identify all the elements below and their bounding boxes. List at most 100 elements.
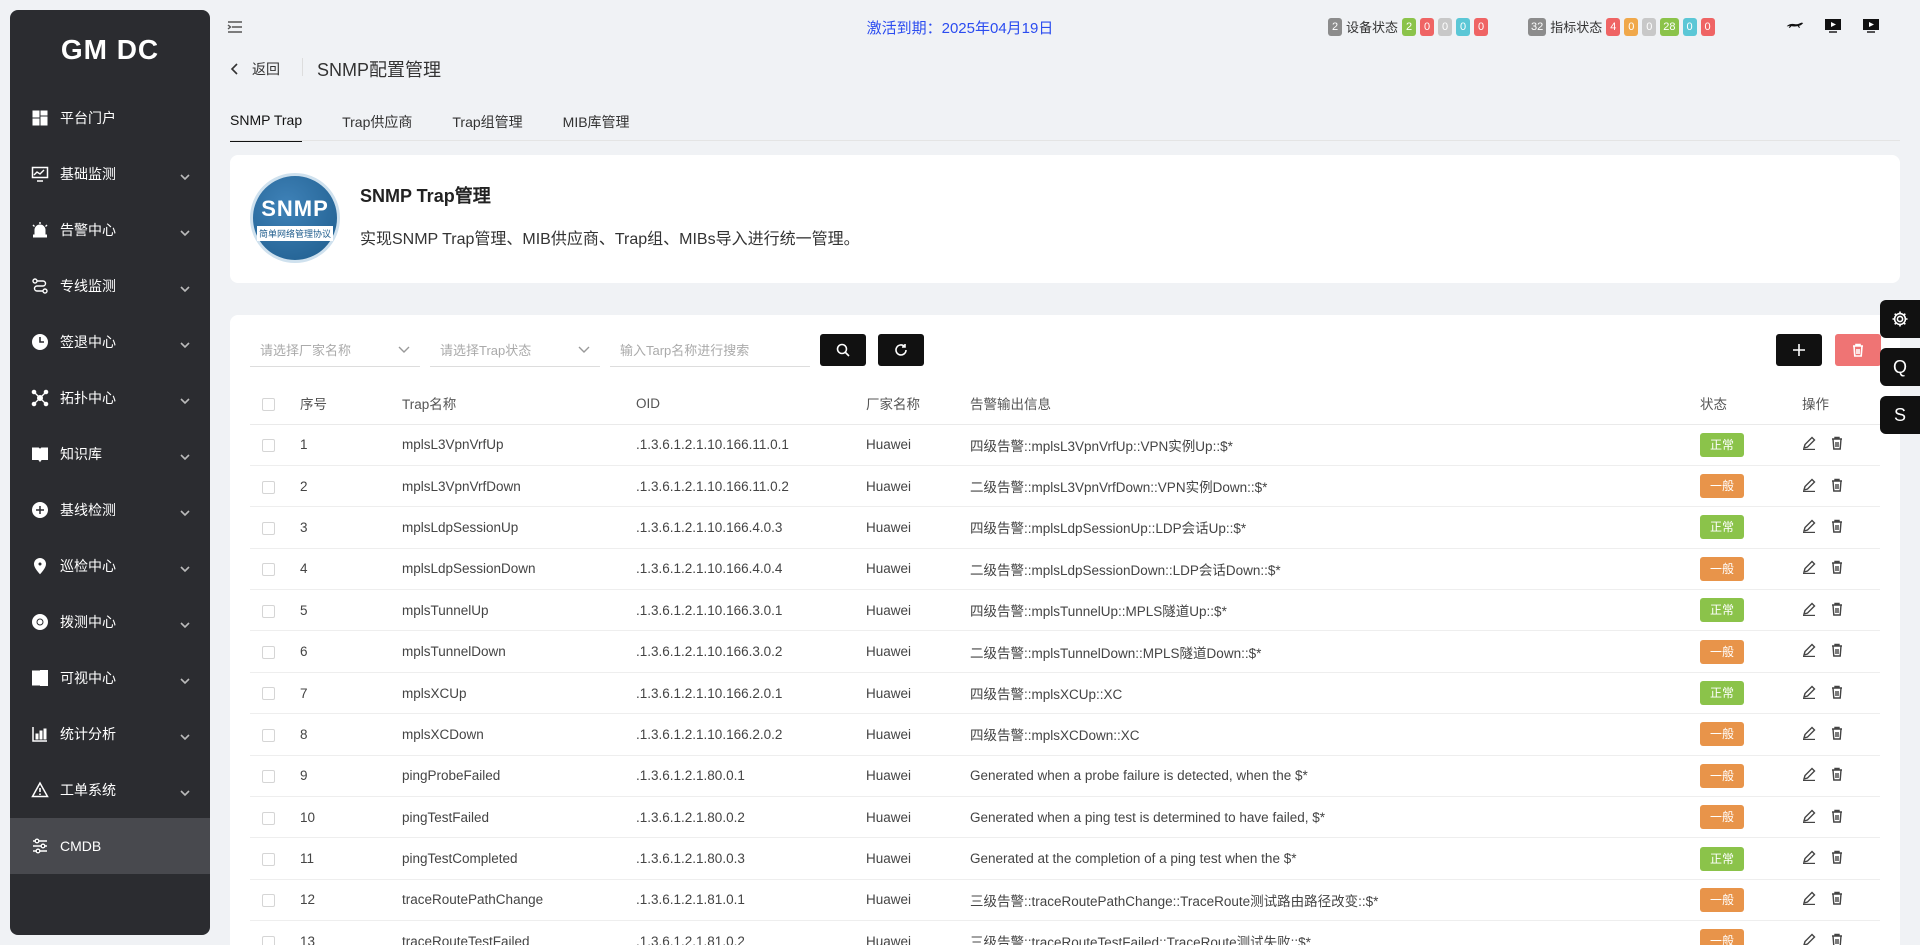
edit-icon[interactable]: [1802, 560, 1816, 577]
trash-icon[interactable]: [1830, 685, 1844, 702]
sidebar-item-9[interactable]: 拨测中心: [10, 594, 210, 650]
sidebar-item-2[interactable]: 告警中心: [10, 202, 210, 258]
table-row[interactable]: 12 traceRoutePathChange .1.3.6.1.2.1.81.0.…: [250, 879, 1880, 922]
table-row[interactable]: 1 mplsL3VpnVrfUp .1.3.6.1.2.1.10.166.11.0.…: [250, 424, 1880, 466]
device-status[interactable]: 2 设备状态 2 0 0 0 0: [1328, 17, 1492, 36]
edit-icon[interactable]: [1802, 643, 1816, 660]
cell-info: 四级告警::mplsXCDown::XC: [970, 713, 1700, 756]
tab-trap-vendor[interactable]: Trap供应商: [342, 112, 412, 142]
row-checkbox[interactable]: [262, 646, 275, 660]
probe-icon: [30, 612, 50, 632]
cell-oid: .1.3.6.1.2.1.10.166.3.0.2: [636, 630, 866, 673]
status-badge: 一般: [1700, 556, 1744, 581]
table-row[interactable]: 4 mplsLdpSessionDown .1.3.6.1.2.1.10.166.4…: [250, 548, 1880, 591]
present-screen-icon[interactable]: [1862, 16, 1880, 37]
row-checkbox[interactable]: [262, 439, 275, 453]
trash-icon[interactable]: [1830, 850, 1844, 867]
table-row[interactable]: 6 mplsTunnelDown .1.3.6.1.2.1.10.166.3.0.2…: [250, 630, 1880, 673]
trash-icon[interactable]: [1830, 519, 1844, 536]
reset-button[interactable]: [878, 334, 924, 366]
table-row[interactable]: 10 pingTestFailed .1.3.6.1.2.1.80.0.2 Huawe…: [250, 796, 1880, 839]
trash-icon[interactable]: [1830, 436, 1844, 453]
edit-icon[interactable]: [1802, 767, 1816, 784]
edit-icon[interactable]: [1802, 436, 1816, 453]
device-pill-normal: 2: [1402, 17, 1417, 36]
row-checkbox[interactable]: [262, 770, 275, 784]
tab-mib-library[interactable]: MIB库管理: [563, 112, 630, 142]
trash-icon[interactable]: [1830, 891, 1844, 908]
menu-toggle-icon[interactable]: [227, 20, 243, 34]
sidebar-item-13[interactable]: CMDB: [10, 818, 210, 874]
sidebar-item-1[interactable]: 基础监测: [10, 146, 210, 202]
table-row[interactable]: 3 mplsLdpSessionUp .1.3.6.1.2.1.10.166.4.0…: [250, 506, 1880, 549]
warning-icon: [30, 780, 50, 800]
device-pill-down: 0: [1474, 17, 1489, 36]
cell-name: pingProbeFailed: [402, 755, 636, 798]
settings-tool[interactable]: [1880, 300, 1920, 338]
trash-icon[interactable]: [1830, 726, 1844, 743]
trash-icon[interactable]: [1830, 602, 1844, 619]
batch-delete-button[interactable]: [1835, 334, 1881, 366]
sidebar-item-5[interactable]: 拓扑中心: [10, 370, 210, 426]
s-tool[interactable]: S: [1880, 396, 1920, 434]
trash-icon[interactable]: [1830, 767, 1844, 784]
row-checkbox[interactable]: [262, 687, 275, 701]
device-pill-critical: 0: [1420, 17, 1435, 36]
trash-icon[interactable]: [1830, 933, 1844, 945]
sidebar-item-0[interactable]: 平台门户: [10, 90, 210, 146]
row-checkbox[interactable]: [262, 811, 275, 825]
edit-icon[interactable]: [1802, 726, 1816, 743]
add-button[interactable]: [1776, 334, 1822, 366]
sidebar-item-7[interactable]: 基线检测: [10, 482, 210, 538]
trash-icon[interactable]: [1830, 809, 1844, 826]
row-checkbox[interactable]: [262, 480, 275, 494]
cell-no: 13: [300, 920, 402, 945]
edit-icon[interactable]: [1802, 891, 1816, 908]
table-row[interactable]: 11 pingTestCompleted .1.3.6.1.2.1.80.0.3 Hu…: [250, 837, 1880, 880]
sidebar-item-12[interactable]: 工单系统: [10, 762, 210, 818]
chevron-left-icon: [230, 63, 238, 75]
table-row[interactable]: 9 pingProbeFailed .1.3.6.1.2.1.80.0.1 Huawe…: [250, 755, 1880, 798]
play-screen-icon[interactable]: [1824, 16, 1842, 37]
sidebar-item-4[interactable]: 签退中心: [10, 314, 210, 370]
tab-snmp-trap[interactable]: SNMP Trap: [230, 112, 303, 142]
tab-trap-group[interactable]: Trap组管理: [452, 112, 522, 142]
back-button[interactable]: 返回: [230, 59, 280, 79]
row-checkbox[interactable]: [262, 604, 275, 618]
edit-icon[interactable]: [1802, 519, 1816, 536]
sidebar-item-3[interactable]: 专线监测: [10, 258, 210, 314]
sidebar-item-8[interactable]: 巡检中心: [10, 538, 210, 594]
row-checkbox[interactable]: [262, 521, 275, 535]
edit-icon[interactable]: [1802, 602, 1816, 619]
edit-icon[interactable]: [1802, 933, 1816, 945]
select-all-checkbox[interactable]: [262, 397, 275, 411]
edit-icon[interactable]: [1802, 850, 1816, 867]
table-row[interactable]: 13 traceRouteTestFailed .1.3.6.1.2.1.81.0.…: [250, 920, 1880, 945]
q-tool[interactable]: Q: [1880, 348, 1920, 386]
row-checkbox[interactable]: [262, 853, 275, 867]
search-button[interactable]: [820, 334, 866, 366]
table-row[interactable]: 5 mplsTunnelUp .1.3.6.1.2.1.10.166.3.0.1 Hu…: [250, 589, 1880, 632]
sidebar-item-11[interactable]: 统计分析: [10, 706, 210, 762]
sidebar-item-10[interactable]: 可视中心: [10, 650, 210, 706]
sidebar-item-6[interactable]: 知识库: [10, 426, 210, 482]
row-checkbox[interactable]: [262, 894, 275, 908]
row-checkbox[interactable]: [262, 728, 275, 742]
edit-icon[interactable]: [1802, 809, 1816, 826]
edit-icon[interactable]: [1802, 685, 1816, 702]
edit-icon[interactable]: [1802, 478, 1816, 495]
row-checkbox[interactable]: [262, 563, 275, 577]
trash-icon[interactable]: [1830, 560, 1844, 577]
row-checkbox[interactable]: [262, 935, 275, 945]
table-row[interactable]: 8 mplsXCDown .1.3.6.1.2.1.10.166.2.0.2 Huaw…: [250, 713, 1880, 756]
trash-icon[interactable]: [1830, 478, 1844, 495]
row-select-cell: [250, 755, 300, 798]
status-select[interactable]: 请选择Trap状态: [430, 333, 600, 367]
vendor-select[interactable]: 请选择厂家名称: [250, 333, 420, 367]
table-row[interactable]: 7 mplsXCUp .1.3.6.1.2.1.10.166.2.0.1 Huawei…: [250, 672, 1880, 715]
table-row[interactable]: 2 mplsL3VpnVrfDown .1.3.6.1.2.1.10.166.11.…: [250, 465, 1880, 508]
metric-status[interactable]: 32 指标状态 4 0 0 28 0 0: [1528, 17, 1719, 36]
trash-icon[interactable]: [1830, 643, 1844, 660]
device-pill-info: 0: [1456, 17, 1471, 36]
search-input[interactable]: 输入Tarp名称进行搜索: [610, 333, 810, 367]
